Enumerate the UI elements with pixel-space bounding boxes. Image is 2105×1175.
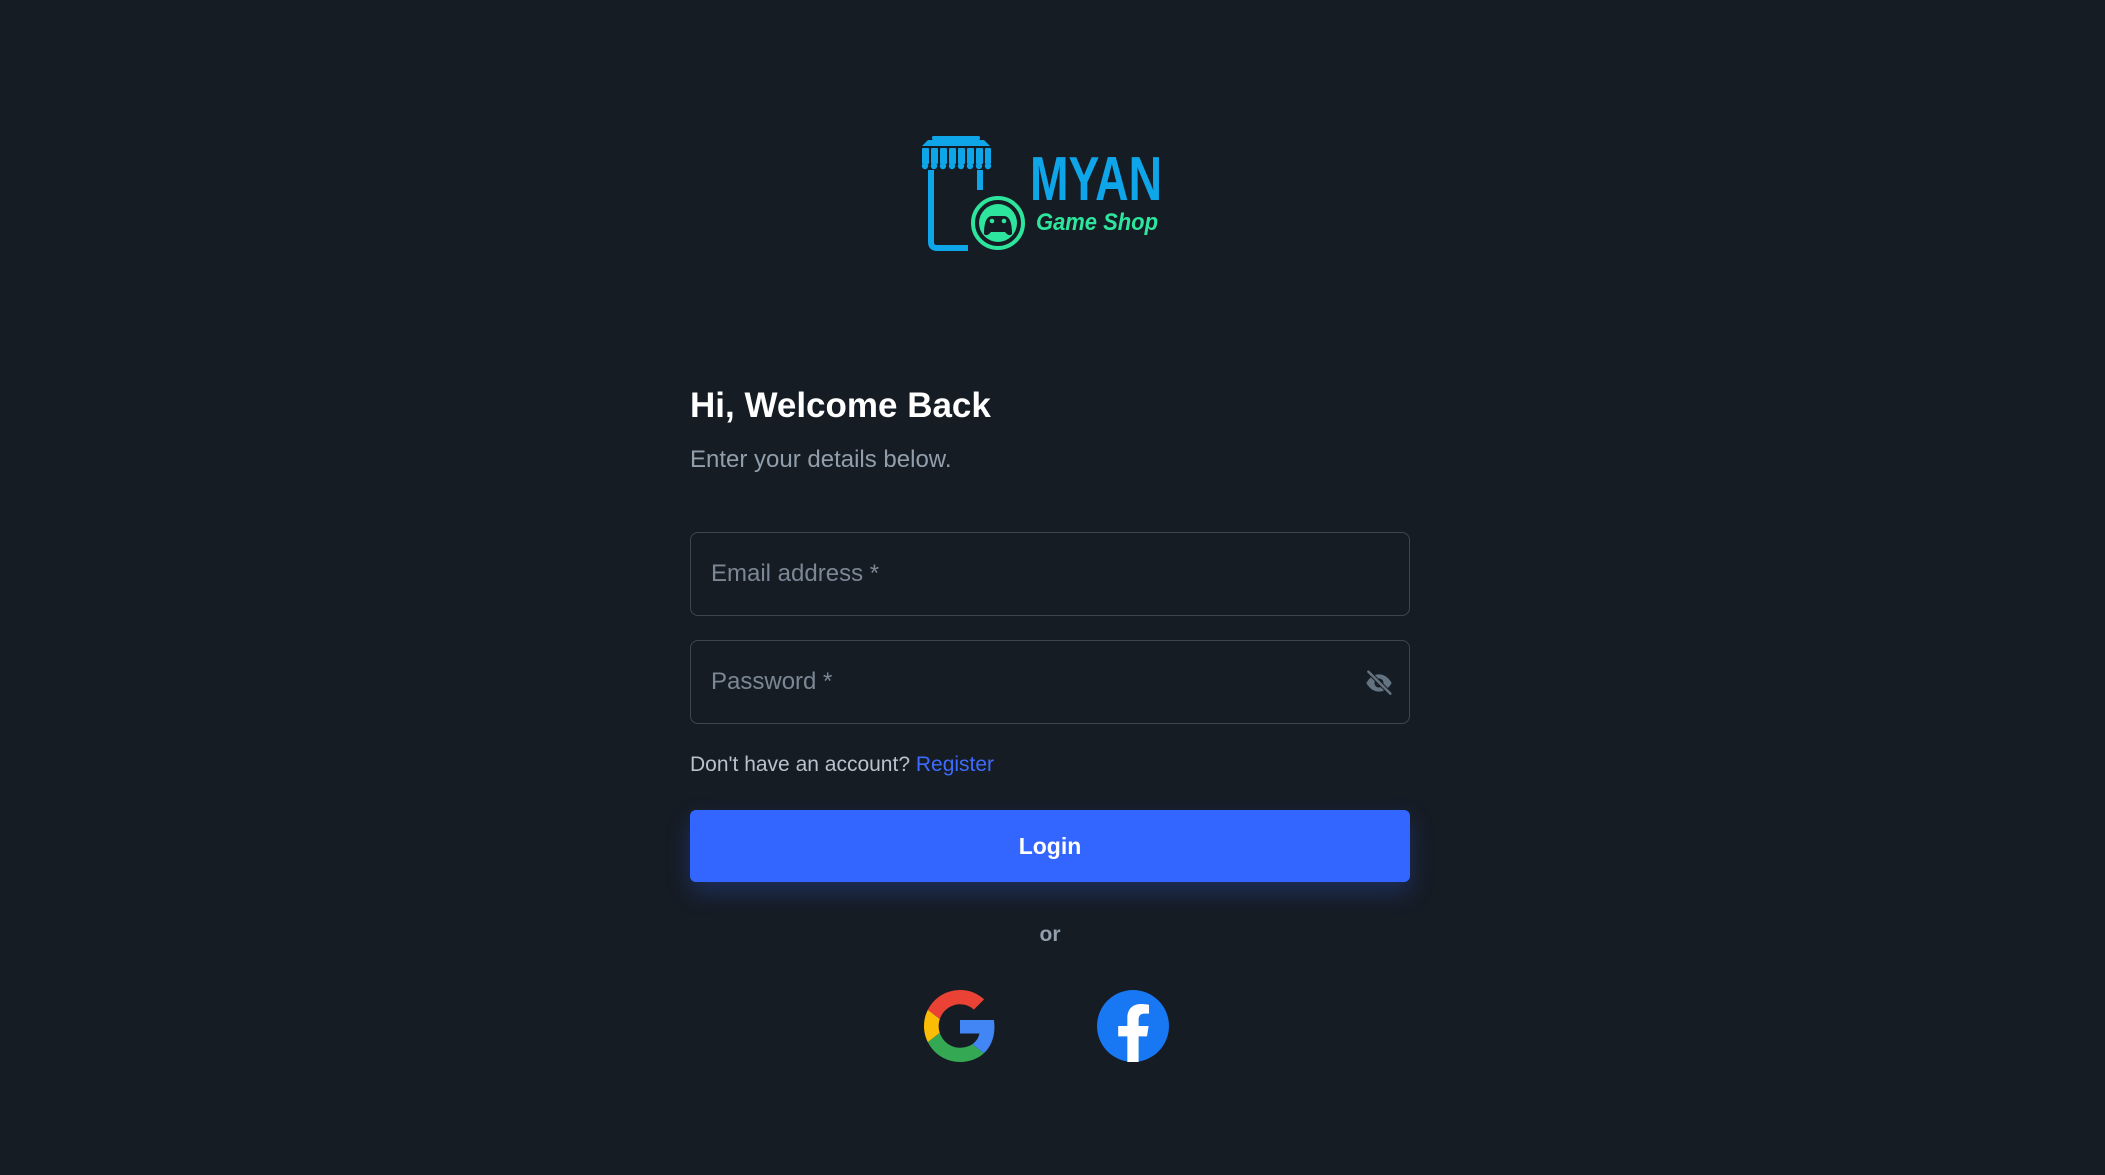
register-link[interactable]: Register [916,753,994,776]
facebook-icon [1097,990,1169,1062]
facebook-login-button[interactable] [1097,990,1169,1062]
no-account-text: Don't have an account? [690,753,910,776]
password-input[interactable] [691,641,1409,723]
toggle-password-visibility-button[interactable] [1363,667,1395,699]
google-icon [924,990,995,1062]
page-title: Hi, Welcome Back [690,386,991,425]
register-prompt: Don't have an account? Register [690,750,1410,780]
email-field [690,532,1410,616]
login-button[interactable]: Login [690,810,1410,882]
brand-logo: MYAN Game Shop [918,130,1168,260]
email-input[interactable] [691,533,1409,615]
page-subtitle: Enter your details below. [690,446,952,473]
social-login [690,990,1410,1062]
login-form: Hi, Welcome Back Enter your details belo… [690,380,1410,1062]
or-divider: or [1039,923,1061,946]
brand-name: MYAN [1030,145,1162,214]
google-login-button[interactable] [924,990,996,1062]
store-gamepad-logo-icon: MYAN Game Shop [921,136,1162,251]
login-page: MYAN Game Shop Hi, Welcome Back Enter yo… [0,0,2105,1175]
password-field [690,640,1410,724]
eye-off-icon [1366,669,1393,696]
brand-tagline: Game Shop [1036,209,1158,236]
